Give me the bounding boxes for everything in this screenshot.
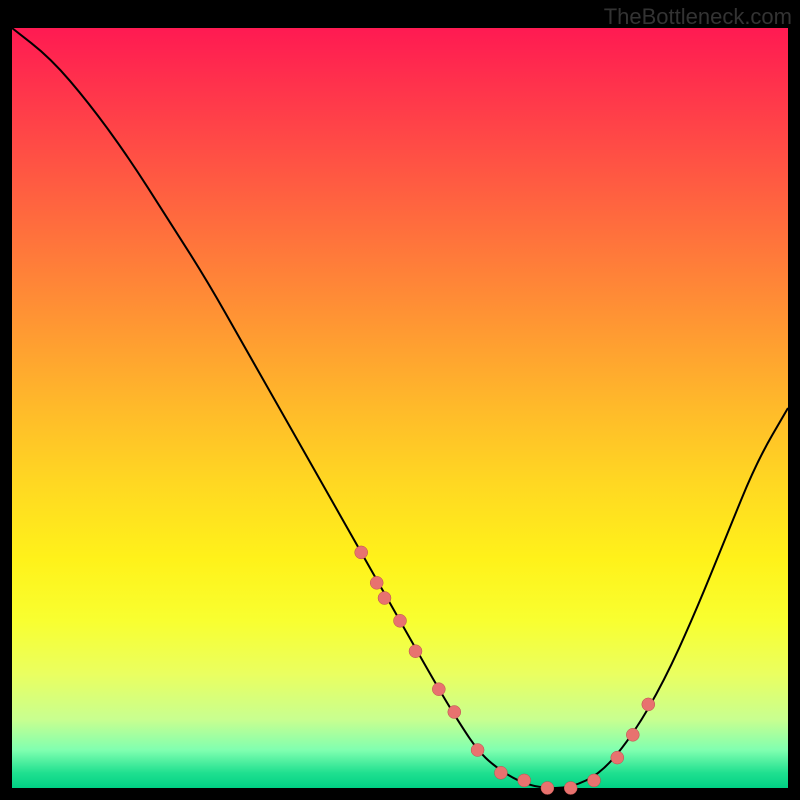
sample-marker — [518, 774, 531, 787]
watermark-text: TheBottleneck.com — [604, 4, 792, 30]
sample-marker — [448, 706, 461, 719]
sample-marker — [642, 698, 655, 711]
sample-markers — [355, 546, 655, 795]
sample-marker — [394, 614, 407, 627]
sample-marker — [588, 774, 601, 787]
bottleneck-curve-svg — [12, 28, 788, 788]
sample-marker — [370, 576, 383, 589]
sample-marker — [471, 744, 484, 757]
chart-plot-area — [12, 28, 788, 788]
bottleneck-curve-path — [12, 28, 788, 788]
sample-marker — [432, 683, 445, 696]
sample-marker — [541, 782, 554, 795]
sample-marker — [378, 592, 391, 605]
sample-marker — [409, 645, 422, 658]
sample-marker — [564, 782, 577, 795]
sample-marker — [494, 766, 507, 779]
sample-marker — [355, 546, 368, 559]
sample-marker — [626, 728, 639, 741]
sample-marker — [611, 751, 624, 764]
